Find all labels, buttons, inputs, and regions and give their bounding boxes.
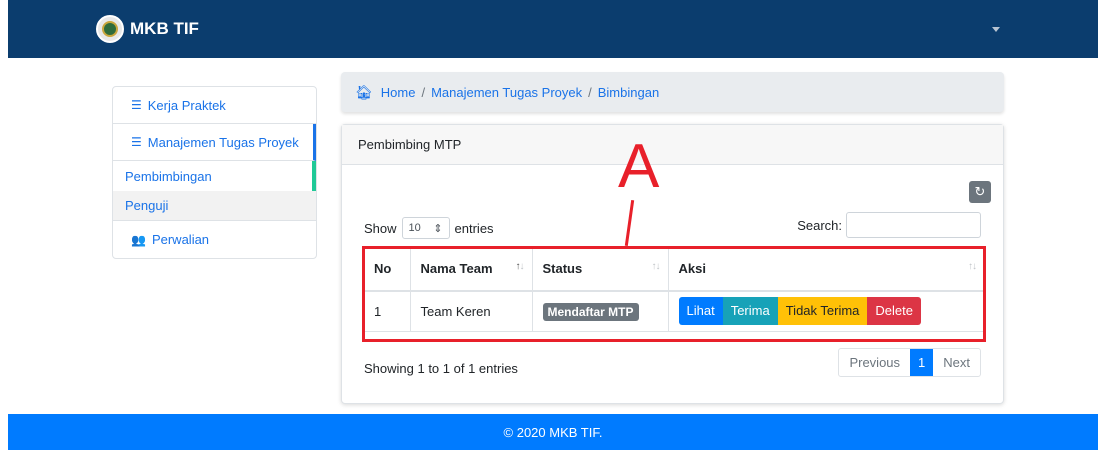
sidebar-item-perwalian[interactable]: 👥 Perwalian [113, 221, 316, 258]
sidebar-subitem-pembimbingan[interactable]: Pembimbingan [113, 161, 316, 191]
search-control: Search: [797, 212, 981, 238]
refresh-button[interactable]: ↻ [969, 181, 991, 203]
users-icon: 👥 [131, 232, 146, 247]
next-button[interactable]: Next [933, 349, 980, 376]
annotation-letter: A [618, 132, 660, 201]
breadcrumb: 🏠︎ Home / Manajemen Tugas Proyek / Bimbi… [341, 72, 1004, 112]
table-info: Showing 1 to 1 of 1 entries [364, 361, 518, 376]
tasks-icon: ☰ [131, 135, 142, 149]
breadcrumb-home[interactable]: Home [381, 85, 416, 100]
search-input[interactable] [846, 212, 981, 238]
breadcrumb-current: Bimbingan [597, 84, 660, 100]
sidebar-item-label: Pembimbingan [125, 168, 212, 184]
sidebar: ☰ Kerja Praktek ☰ Manajemen Tugas Proyek… [112, 86, 317, 259]
sidebar-subitem-penguji[interactable]: Penguji [113, 191, 316, 221]
breadcrumb-separator: / [421, 84, 426, 100]
sidebar-item-label: Penguji [125, 198, 169, 213]
sidebar-item-label: Manajemen Tugas Proyek [147, 134, 299, 150]
previous-button[interactable]: Previous [839, 349, 910, 376]
pagination: Previous 1 Next [838, 348, 981, 377]
breadcrumb-separator: / [588, 84, 592, 100]
brand[interactable]: MKB TIF [96, 15, 199, 43]
tasks-icon: ☰ [131, 98, 142, 112]
footer: © 2020 MKB TIF. [8, 414, 1098, 450]
sidebar-item-label: Perwalian [151, 232, 210, 247]
select-arrows-icon: ⇕ [433, 222, 443, 235]
entries-label: entries [454, 220, 494, 236]
sidebar-item-kerja-praktek[interactable]: ☰ Kerja Praktek [113, 87, 316, 124]
show-label: Show [364, 220, 397, 236]
breadcrumb-section[interactable]: Manajemen Tugas Proyek [431, 85, 582, 100]
page-button-current[interactable]: 1 [910, 349, 934, 376]
home-icon: 🏠︎ [355, 83, 373, 100]
search-label: Search: [797, 217, 842, 233]
annotation-box [362, 246, 986, 342]
university-logo [96, 15, 124, 43]
card-title: Pembimbing MTP [342, 125, 1003, 165]
brand-title: MKB TIF [130, 19, 199, 38]
entries-value: 10 [408, 222, 421, 234]
entries-select[interactable]: 10 ⇕ [401, 217, 450, 239]
top-navbar: MKB TIF [8, 0, 1098, 58]
refresh-icon: ↻ [974, 184, 986, 199]
sidebar-item-label: Kerja Praktek [147, 97, 226, 113]
chevron-down-icon[interactable] [992, 27, 1000, 32]
entries-length-control: Show 10 ⇕ entries [364, 217, 494, 239]
sidebar-item-manajemen-tugas-proyek[interactable]: ☰ Manajemen Tugas Proyek [113, 124, 316, 161]
